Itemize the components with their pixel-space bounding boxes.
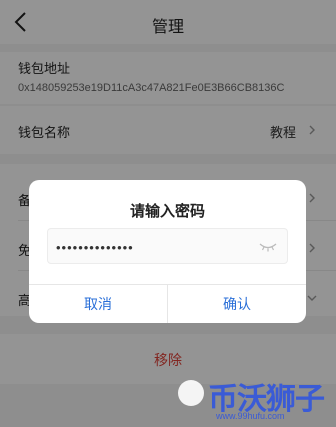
wallet-manage-screen: 管理 钱包地址 0x148059253e19D11cA3c47A821Fe0E3… [0, 0, 336, 427]
password-dialog: 请输入密码 取消 确认 [29, 180, 306, 323]
dialog-title: 请输入密码 [129, 203, 205, 220]
cancel-button[interactable]: 取消 [29, 285, 167, 323]
watermark-url: www.99hufu.com [216, 411, 285, 421]
confirm-button[interactable]: 确认 [167, 285, 306, 323]
watermark-logo: 币沃狮子 www.99hufu.com [172, 372, 332, 424]
password-input[interactable] [56, 237, 246, 257]
dialog-buttons: 取消 确认 [29, 284, 306, 323]
eye-closed-icon[interactable] [259, 241, 277, 253]
watermark-emblem-icon [178, 380, 204, 406]
password-field-box [47, 228, 288, 264]
